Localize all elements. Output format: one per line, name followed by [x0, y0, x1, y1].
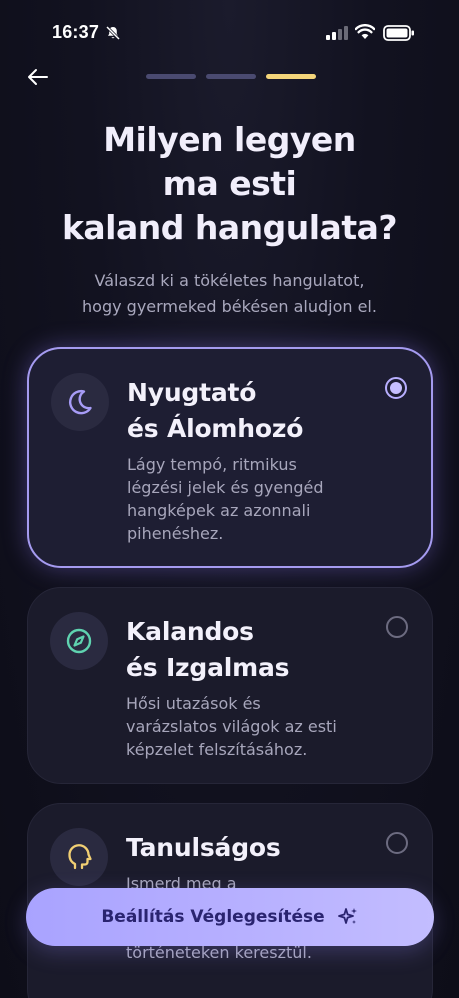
- wifi-icon: [355, 24, 375, 39]
- finalize-settings-button[interactable]: Beállítás Véglegesítése: [26, 888, 434, 946]
- step-progress: [146, 74, 316, 79]
- option-radio[interactable]: [386, 832, 408, 854]
- moon-icon: [69, 389, 92, 415]
- option-card-adventurous[interactable]: Kalandos és Izgalmas Hősi utazások és va…: [27, 587, 433, 784]
- sparkles-icon: [337, 908, 357, 924]
- option-radio-selected[interactable]: [385, 377, 407, 399]
- compass-icon: [66, 628, 92, 654]
- option-icon-wrap: [50, 612, 108, 670]
- cta-label: Beállítás Véglegesítése: [101, 907, 325, 927]
- option-radio[interactable]: [386, 616, 408, 638]
- option-description: Lágy tempó, ritmikus légzési jelek és gy…: [127, 455, 324, 543]
- option-title: Nyugtató és Álomhozó: [127, 378, 304, 443]
- status-bar: 16:37: [0, 0, 459, 60]
- option-title: Kalandos és Izgalmas: [126, 617, 290, 682]
- cellular-signal-icon: [326, 26, 348, 40]
- progress-step-3: [266, 74, 316, 79]
- status-time: 16:37: [52, 22, 100, 42]
- battery-icon: [383, 25, 414, 41]
- option-description: Hősi utazások és varázslatos világok az …: [126, 694, 337, 759]
- progress-step-2: [206, 74, 256, 79]
- back-button[interactable]: [26, 66, 50, 88]
- option-icon-wrap: [51, 373, 109, 431]
- page-title: Milyen legyen ma esti kaland hangulata?: [61, 120, 398, 247]
- head-icon: [68, 844, 92, 870]
- option-icon-wrap: [50, 828, 108, 886]
- option-card-calming[interactable]: Nyugtató és Álomhozó Lágy tempó, ritmiku…: [27, 347, 433, 568]
- progress-step-1: [146, 74, 196, 79]
- bell-mute-icon: [105, 25, 121, 41]
- page-subtitle: Válaszd ki a tökéletes hangulatot, hogy …: [82, 271, 377, 316]
- option-title: Tanulságos: [126, 833, 281, 862]
